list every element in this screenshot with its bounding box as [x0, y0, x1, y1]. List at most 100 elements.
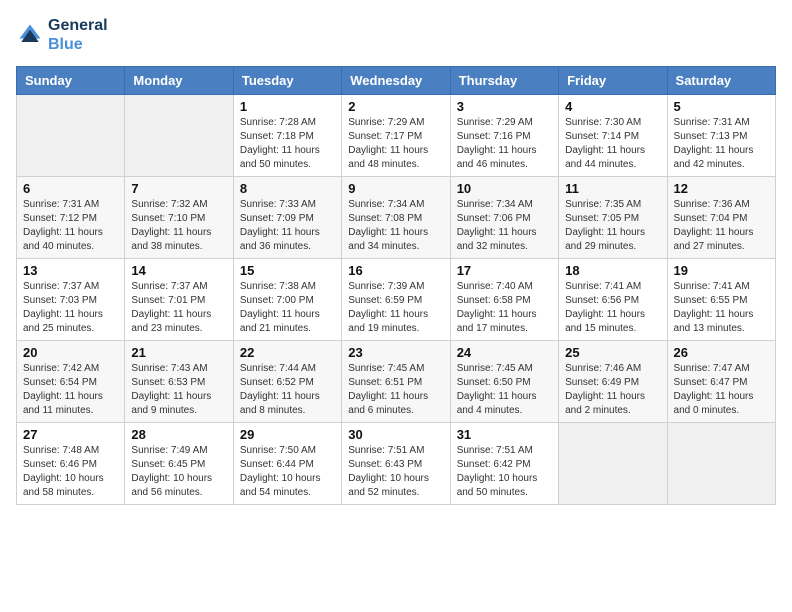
- day-info: Sunrise: 7:31 AMSunset: 7:13 PMDaylight:…: [674, 116, 769, 172]
- day-info: Sunrise: 7:29 AMSunset: 7:16 PMDaylight:…: [457, 116, 552, 172]
- day-info: Sunrise: 7:51 AMSunset: 6:43 PMDaylight:…: [348, 444, 443, 500]
- day-number: 29: [240, 427, 335, 442]
- day-info: Sunrise: 7:32 AMSunset: 7:10 PMDaylight:…: [131, 198, 226, 254]
- day-number: 10: [457, 181, 552, 196]
- calendar-cell: 27Sunrise: 7:48 AMSunset: 6:46 PMDayligh…: [17, 423, 125, 505]
- day-info: Sunrise: 7:47 AMSunset: 6:47 PMDaylight:…: [674, 362, 769, 418]
- day-number: 2: [348, 99, 443, 114]
- day-info: Sunrise: 7:50 AMSunset: 6:44 PMDaylight:…: [240, 444, 335, 500]
- weekday-header-sunday: Sunday: [17, 67, 125, 95]
- calendar-cell: 19 Sunrise: 7:41 AMSunset: 6:55 PMDayligh…: [667, 259, 775, 341]
- calendar-cell: 5 Sunrise: 7:31 AMSunset: 7:13 PMDaylight…: [667, 95, 775, 177]
- calendar-week-row: 13 Sunrise: 7:37 AMSunset: 7:03 PMDayligh…: [17, 259, 776, 341]
- calendar-cell: 21 Sunrise: 7:43 AMSunset: 6:53 PMDayligh…: [125, 341, 233, 423]
- day-info: Sunrise: 7:49 AMSunset: 6:45 PMDaylight:…: [131, 444, 226, 500]
- day-info: Sunrise: 7:30 AMSunset: 7:14 PMDaylight:…: [565, 116, 660, 172]
- calendar-cell: 18 Sunrise: 7:41 AMSunset: 6:56 PMDayligh…: [559, 259, 667, 341]
- day-info: Sunrise: 7:39 AMSunset: 6:59 PMDaylight:…: [348, 280, 443, 336]
- calendar-week-row: 1 Sunrise: 7:28 AMSunset: 7:18 PMDaylight…: [17, 95, 776, 177]
- day-info: Sunrise: 7:43 AMSunset: 6:53 PMDaylight:…: [131, 362, 226, 418]
- calendar-cell: 9Sunrise: 7:34 AMSunset: 7:08 PMDaylight…: [342, 177, 450, 259]
- day-info: Sunrise: 7:48 AMSunset: 6:46 PMDaylight:…: [23, 444, 118, 500]
- day-info: Sunrise: 7:33 AMSunset: 7:09 PMDaylight:…: [240, 198, 335, 254]
- calendar-cell: 28 Sunrise: 7:49 AMSunset: 6:45 PMDayligh…: [125, 423, 233, 505]
- calendar-cell: [667, 423, 775, 505]
- logo-icon: [16, 21, 44, 49]
- weekday-header-tuesday: Tuesday: [233, 67, 341, 95]
- day-number: 3: [457, 99, 552, 114]
- day-number: 19: [674, 263, 769, 278]
- logo-text-general: General: [48, 16, 108, 35]
- weekday-header-friday: Friday: [559, 67, 667, 95]
- calendar-cell: 20Sunrise: 7:42 AMSunset: 6:54 PMDayligh…: [17, 341, 125, 423]
- day-info: Sunrise: 7:42 AMSunset: 6:54 PMDaylight:…: [23, 362, 118, 418]
- day-number: 7: [131, 181, 226, 196]
- day-number: 15: [240, 263, 335, 278]
- calendar-cell: [17, 95, 125, 177]
- day-info: Sunrise: 7:45 AMSunset: 6:50 PMDaylight:…: [457, 362, 552, 418]
- calendar-cell: 1 Sunrise: 7:28 AMSunset: 7:18 PMDaylight…: [233, 95, 341, 177]
- logo: General Blue: [16, 16, 108, 54]
- calendar-cell: 31Sunrise: 7:51 AMSunset: 6:42 PMDayligh…: [450, 423, 558, 505]
- calendar-cell: 25Sunrise: 7:46 AMSunset: 6:49 PMDayligh…: [559, 341, 667, 423]
- day-number: 8: [240, 181, 335, 196]
- day-number: 31: [457, 427, 552, 442]
- calendar-cell: 3 Sunrise: 7:29 AMSunset: 7:16 PMDaylight…: [450, 95, 558, 177]
- day-info: Sunrise: 7:41 AMSunset: 6:55 PMDaylight:…: [674, 280, 769, 336]
- day-info: Sunrise: 7:41 AMSunset: 6:56 PMDaylight:…: [565, 280, 660, 336]
- day-number: 17: [457, 263, 552, 278]
- day-number: 1: [240, 99, 335, 114]
- day-number: 5: [674, 99, 769, 114]
- day-number: 30: [348, 427, 443, 442]
- calendar-header-row: SundayMondayTuesdayWednesdayThursdayFrid…: [17, 67, 776, 95]
- day-number: 13: [23, 263, 118, 278]
- calendar-cell: 22 Sunrise: 7:44 AMSunset: 6:52 PMDayligh…: [233, 341, 341, 423]
- day-info: Sunrise: 7:37 AMSunset: 7:03 PMDaylight:…: [23, 280, 118, 336]
- calendar-cell: 12 Sunrise: 7:36 AMSunset: 7:04 PMDayligh…: [667, 177, 775, 259]
- calendar-cell: 29 Sunrise: 7:50 AMSunset: 6:44 PMDayligh…: [233, 423, 341, 505]
- day-info: Sunrise: 7:36 AMSunset: 7:04 PMDaylight:…: [674, 198, 769, 254]
- weekday-header-saturday: Saturday: [667, 67, 775, 95]
- calendar-cell: 8 Sunrise: 7:33 AMSunset: 7:09 PMDaylight…: [233, 177, 341, 259]
- calendar-cell: 11Sunrise: 7:35 AMSunset: 7:05 PMDayligh…: [559, 177, 667, 259]
- calendar-cell: 14Sunrise: 7:37 AMSunset: 7:01 PMDayligh…: [125, 259, 233, 341]
- day-number: 22: [240, 345, 335, 360]
- day-number: 26: [674, 345, 769, 360]
- calendar-cell: 26 Sunrise: 7:47 AMSunset: 6:47 PMDayligh…: [667, 341, 775, 423]
- calendar-cell: 10Sunrise: 7:34 AMSunset: 7:06 PMDayligh…: [450, 177, 558, 259]
- day-info: Sunrise: 7:28 AMSunset: 7:18 PMDaylight:…: [240, 116, 335, 172]
- calendar-cell: 15Sunrise: 7:38 AMSunset: 7:00 PMDayligh…: [233, 259, 341, 341]
- calendar-week-row: 6 Sunrise: 7:31 AMSunset: 7:12 PMDaylight…: [17, 177, 776, 259]
- calendar-cell: 2 Sunrise: 7:29 AMSunset: 7:17 PMDaylight…: [342, 95, 450, 177]
- day-info: Sunrise: 7:45 AMSunset: 6:51 PMDaylight:…: [348, 362, 443, 418]
- day-number: 16: [348, 263, 443, 278]
- day-info: Sunrise: 7:35 AMSunset: 7:05 PMDaylight:…: [565, 198, 660, 254]
- day-number: 28: [131, 427, 226, 442]
- weekday-header-wednesday: Wednesday: [342, 67, 450, 95]
- page-header: General Blue: [16, 16, 776, 54]
- calendar-cell: 16 Sunrise: 7:39 AMSunset: 6:59 PMDayligh…: [342, 259, 450, 341]
- day-number: 12: [674, 181, 769, 196]
- day-number: 18: [565, 263, 660, 278]
- day-number: 4: [565, 99, 660, 114]
- day-number: 6: [23, 181, 118, 196]
- day-number: 21: [131, 345, 226, 360]
- calendar-cell: [559, 423, 667, 505]
- calendar-cell: 30 Sunrise: 7:51 AMSunset: 6:43 PMDayligh…: [342, 423, 450, 505]
- calendar-cell: [125, 95, 233, 177]
- day-number: 23: [348, 345, 443, 360]
- day-info: Sunrise: 7:31 AMSunset: 7:12 PMDaylight:…: [23, 198, 118, 254]
- calendar-week-row: 27Sunrise: 7:48 AMSunset: 6:46 PMDayligh…: [17, 423, 776, 505]
- calendar-cell: 24Sunrise: 7:45 AMSunset: 6:50 PMDayligh…: [450, 341, 558, 423]
- calendar-cell: 7 Sunrise: 7:32 AMSunset: 7:10 PMDaylight…: [125, 177, 233, 259]
- calendar-cell: 23 Sunrise: 7:45 AMSunset: 6:51 PMDayligh…: [342, 341, 450, 423]
- calendar-table: SundayMondayTuesdayWednesdayThursdayFrid…: [16, 66, 776, 505]
- calendar-cell: 4 Sunrise: 7:30 AMSunset: 7:14 PMDaylight…: [559, 95, 667, 177]
- day-info: Sunrise: 7:46 AMSunset: 6:49 PMDaylight:…: [565, 362, 660, 418]
- day-number: 14: [131, 263, 226, 278]
- calendar-week-row: 20Sunrise: 7:42 AMSunset: 6:54 PMDayligh…: [17, 341, 776, 423]
- day-info: Sunrise: 7:29 AMSunset: 7:17 PMDaylight:…: [348, 116, 443, 172]
- calendar-cell: 6 Sunrise: 7:31 AMSunset: 7:12 PMDaylight…: [17, 177, 125, 259]
- day-info: Sunrise: 7:44 AMSunset: 6:52 PMDaylight:…: [240, 362, 335, 418]
- day-info: Sunrise: 7:34 AMSunset: 7:08 PMDaylight:…: [348, 198, 443, 254]
